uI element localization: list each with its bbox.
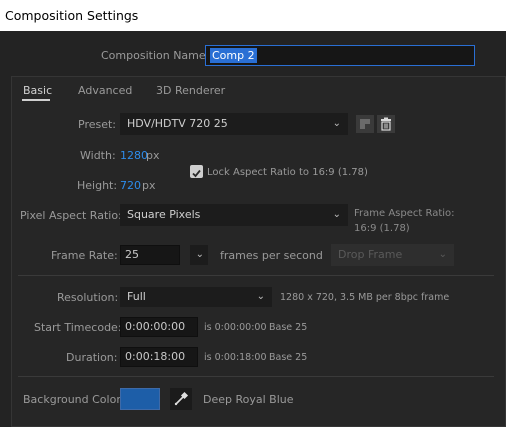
background-color-label: Background Color: [23,393,125,406]
resolution-label: Resolution: [57,291,119,304]
height-unit: px [142,179,156,192]
preset-value: HDV/HDTV 720 25 [127,117,228,130]
save-icon [360,119,370,129]
frame-aspect-value: 16:9 (1.78) [354,223,410,234]
start-timecode-base: Base 25 [269,322,308,333]
comp-name-input[interactable]: Comp 2 [205,45,475,66]
drop-frame-value: Drop Frame [338,248,403,261]
preset-label: Preset: [78,118,117,131]
duration-input[interactable]: 0:00:18:00 [120,347,198,367]
duration-value: 0:00:18:00 [125,350,186,363]
comp-name-label: Composition Name: [101,49,210,62]
resolution-dropdown[interactable]: Full ⌄ [120,287,272,307]
divider [18,376,494,377]
save-preset-button[interactable] [356,115,374,133]
pixel-aspect-dropdown[interactable]: Square Pixels ⌄ [120,204,348,226]
pixel-aspect-label: Pixel Aspect Ratio: [20,209,122,222]
preset-dropdown[interactable]: HDV/HDTV 720 25 ⌄ [120,113,348,135]
tab-basic-underline [22,99,50,101]
frame-rate-dropdown-button[interactable]: ⌄ [190,245,208,265]
drop-frame-dropdown: Drop Frame ⌄ [331,244,454,266]
width-label: Width: [80,149,116,162]
resolution-value: Full [127,290,146,303]
background-color-name: Deep Royal Blue [203,393,294,406]
chevron-down-icon: ⌄ [256,291,265,302]
comp-name-value: Comp 2 [210,48,257,63]
frame-aspect-label: Frame Aspect Ratio: [354,208,455,219]
checkmark-icon [192,169,201,178]
window-title: Composition Settings [0,0,506,31]
tab-advanced[interactable]: Advanced [78,84,132,97]
start-timecode-is: is 0:00:00:00 [204,322,267,333]
chevron-down-icon: ⌄ [438,249,447,260]
start-timecode-label: Start Timecode: [34,321,122,334]
frame-rate-input[interactable]: 25 [120,245,180,265]
start-timecode-input[interactable]: 0:00:00:00 [120,317,198,337]
frame-rate-label: Frame Rate: [51,249,118,262]
duration-label: Duration: [66,351,118,364]
delete-preset-button[interactable] [377,115,395,133]
eyedropper-icon [174,391,189,406]
height-value[interactable]: 720 [120,179,141,192]
frame-rate-value: 25 [125,248,139,261]
trash-icon [381,117,391,131]
resolution-info: 1280 x 720, 3.5 MB per 8bpc frame [280,292,450,303]
chevron-down-icon: ⌄ [332,118,341,129]
lock-aspect-checkbox[interactable] [190,165,203,178]
duration-is: is 0:00:18:00 [204,352,267,363]
background-color-swatch[interactable] [120,388,160,410]
divider [18,275,494,276]
eyedropper-button[interactable] [170,388,192,410]
tab-basic[interactable]: Basic [23,84,52,97]
height-label: Height: [77,179,118,192]
duration-base: Base 25 [269,352,308,363]
tab-3d-renderer[interactable]: 3D Renderer [156,84,225,97]
frame-rate-unit: frames per second [220,249,323,262]
chevron-down-icon: ⌄ [195,249,204,260]
width-unit: px [146,149,160,162]
chevron-down-icon: ⌄ [332,209,341,220]
pixel-aspect-value: Square Pixels [127,208,201,221]
start-timecode-value: 0:00:00:00 [125,320,186,333]
lock-aspect-label: Lock Aspect Ratio to 16:9 (1.78) [207,167,368,178]
width-value[interactable]: 1280 [120,149,148,162]
